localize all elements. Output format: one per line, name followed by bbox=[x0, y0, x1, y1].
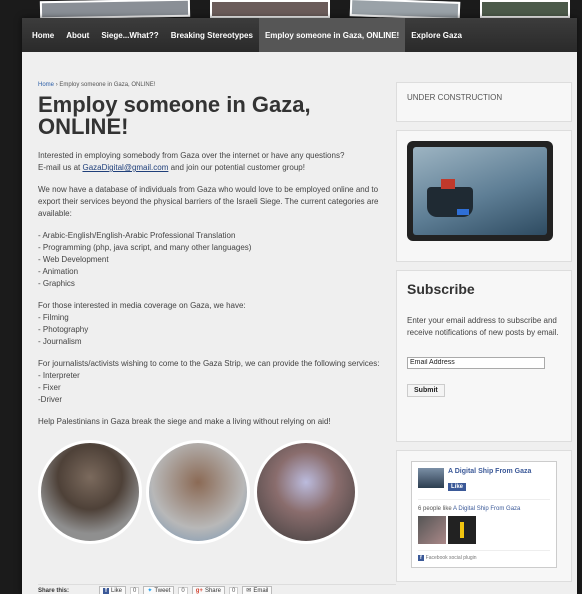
share-count: 0 bbox=[228, 586, 239, 594]
facebook-icon: f bbox=[418, 555, 424, 561]
nav-explore-gaza[interactable]: Explore Gaza bbox=[405, 18, 468, 52]
nav-breaking-stereotypes[interactable]: Breaking Stereotypes bbox=[165, 18, 259, 52]
list-item: - Filming bbox=[38, 313, 69, 322]
sidebar: UNDER CONSTRUCTION Subscribe Enter your … bbox=[396, 82, 572, 590]
header-photo bbox=[349, 0, 461, 20]
facebook-icon: f bbox=[103, 587, 110, 594]
breadcrumb-current: Employ someone in Gaza, ONLINE! bbox=[59, 82, 156, 88]
fb-people-count: 6 people like A Digital Ship From Gaza bbox=[418, 506, 550, 512]
team-member-photo bbox=[38, 440, 142, 544]
list-item: - Animation bbox=[38, 267, 79, 276]
list-item: - Photography bbox=[38, 325, 89, 334]
breadcrumb: Home › Employ someone in Gaza, ONLINE! bbox=[38, 82, 396, 88]
fb-plugin-footer: f Facebook social plugin bbox=[418, 550, 550, 561]
fb-plugin-label: Facebook social plugin bbox=[425, 555, 477, 561]
fb-like-label: Like bbox=[451, 484, 464, 490]
tweet-button[interactable]: ✦ Tweet bbox=[143, 585, 175, 594]
tweet-count: 0 bbox=[178, 586, 188, 594]
fb-page-info: A Digital Ship From Gaza Like bbox=[448, 468, 531, 493]
share-label-text: Share bbox=[204, 587, 221, 594]
subscribe-title: Subscribe bbox=[407, 281, 475, 297]
list-item: - Programming (php, java script, and man… bbox=[38, 243, 252, 252]
fb-faces bbox=[418, 516, 550, 544]
tweet-label: Tweet bbox=[154, 587, 171, 594]
fb-people-prefix: 6 people like bbox=[418, 506, 454, 512]
header-photo bbox=[210, 0, 330, 18]
breadcrumb-home-link[interactable]: Home bbox=[38, 82, 54, 88]
google-plus-icon: g+ bbox=[195, 587, 203, 594]
team-member-photo bbox=[254, 440, 358, 544]
team-photos bbox=[38, 440, 396, 544]
closing-paragraph: Help Palestinians in Gaza break the sieg… bbox=[38, 417, 331, 426]
header-photo bbox=[39, 0, 191, 20]
intro-paragraph: Interested in employing somebody from Ga… bbox=[38, 150, 396, 174]
submit-button[interactable]: Submit bbox=[407, 383, 445, 397]
subscribe-text: Enter your email address to subscribe an… bbox=[407, 316, 559, 337]
main-nav: Home About Siege...What?? Breaking Stere… bbox=[22, 18, 577, 52]
under-construction-widget: UNDER CONSTRUCTION bbox=[396, 82, 572, 122]
email-label: Email bbox=[253, 587, 269, 594]
like-count: 0 bbox=[130, 586, 140, 594]
nav-siege[interactable]: Siege...What?? bbox=[95, 18, 164, 52]
nav-employ-online[interactable]: Employ someone in Gaza, ONLINE! bbox=[258, 18, 406, 52]
subscribe-widget: Subscribe Enter your email address to su… bbox=[396, 270, 572, 442]
like-label: Like bbox=[111, 587, 123, 594]
facebook-widget: A Digital Ship From Gaza Like 6 people l… bbox=[396, 450, 572, 582]
intro-line1: Interested in employing somebody from Ga… bbox=[38, 151, 345, 160]
list-item: - Graphics bbox=[38, 279, 75, 288]
fb-page-name-link[interactable]: A Digital Ship From Gaza bbox=[448, 468, 531, 475]
email-icon: ✉ bbox=[246, 588, 252, 594]
fb-fan-avatar[interactable] bbox=[418, 516, 446, 544]
video-frame bbox=[413, 147, 547, 235]
list-item: - Fixer bbox=[38, 383, 61, 392]
boat-figure bbox=[441, 179, 455, 189]
contact-email-link[interactable]: GazaDigital@gmail.com bbox=[82, 163, 168, 172]
under-construction-title: UNDER CONSTRUCTION bbox=[407, 93, 503, 102]
journalist-list: For journalists/activists wishing to com… bbox=[38, 358, 396, 406]
facebook-like-box: A Digital Ship From Gaza Like 6 people l… bbox=[411, 461, 557, 568]
facebook-like-button[interactable]: f Like bbox=[99, 585, 127, 594]
fb-page-header: A Digital Ship From Gaza Like bbox=[418, 468, 550, 500]
share-label: Share this: bbox=[38, 587, 70, 594]
email-field[interactable] bbox=[407, 356, 545, 369]
page-logo bbox=[418, 468, 444, 488]
media-intro: For those interested in media coverage o… bbox=[38, 301, 246, 310]
header-photo bbox=[480, 0, 570, 18]
share-bar: Share this: f Like 0 ✦ Tweet 0 g+ Share … bbox=[38, 584, 396, 594]
breadcrumb-separator: › bbox=[55, 82, 58, 88]
video-thumbnail[interactable] bbox=[407, 141, 553, 241]
nav-home[interactable]: Home bbox=[26, 18, 60, 52]
database-paragraph: We now have a database of individuals fr… bbox=[38, 185, 379, 218]
list-item: - Web Development bbox=[38, 255, 109, 264]
media-list: For those interested in media coverage o… bbox=[38, 300, 396, 348]
fb-people-page-link[interactable]: A Digital Ship From Gaza bbox=[453, 506, 520, 512]
intro-line2-prefix: E-mail us at bbox=[38, 163, 83, 172]
intro-line2-suffix: and join our potential customer group! bbox=[168, 163, 305, 172]
google-share-button[interactable]: g+ Share bbox=[191, 585, 225, 594]
boat-detail bbox=[457, 209, 469, 215]
categories-list: - Arabic-English/English-Arabic Professi… bbox=[38, 230, 396, 290]
list-item: - Journalism bbox=[38, 337, 82, 346]
list-item: - Interpreter bbox=[38, 371, 80, 380]
email-share-button[interactable]: ✉ Email bbox=[242, 585, 273, 594]
article: Home › Employ someone in Gaza, ONLINE! E… bbox=[38, 82, 396, 594]
fb-fan-avatar[interactable] bbox=[448, 516, 476, 544]
list-item: -Driver bbox=[38, 395, 62, 404]
journalist-intro: For journalists/activists wishing to com… bbox=[38, 359, 380, 368]
video-widget bbox=[396, 130, 572, 262]
nav-about[interactable]: About bbox=[60, 18, 95, 52]
list-item: - Arabic-English/English-Arabic Professi… bbox=[38, 231, 236, 240]
page-title: Employ someone in Gaza, ONLINE! bbox=[38, 92, 311, 139]
team-member-photo bbox=[146, 440, 250, 544]
fb-like-button[interactable]: Like bbox=[448, 483, 467, 491]
twitter-icon: ✦ bbox=[147, 588, 153, 594]
